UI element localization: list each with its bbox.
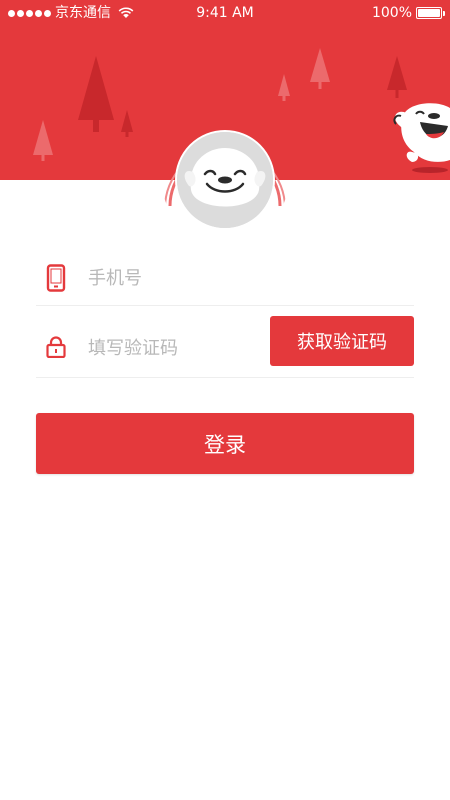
verification-code-row: 获取验证码 [36,314,414,378]
battery-percentage: 100% [371,5,412,21]
verification-code-input[interactable] [88,332,258,364]
joy-dog-face-avatar [177,132,273,228]
login-button[interactable]: 登录 [36,413,414,474]
avatar[interactable] [175,130,275,230]
mobile-phone-icon [46,264,66,292]
joy-dog-mascot [393,103,450,173]
status-right: 100% [371,4,445,22]
login-screen: 京东通信 9:41 AM 100% 手机号 填写验证码 获取验证码 登录 [0,0,450,800]
lock-icon [46,336,66,358]
phone-row [36,250,414,306]
phone-input[interactable] [88,262,388,294]
get-code-button[interactable]: 获取验证码 [270,316,414,366]
battery-icon [416,7,445,19]
status-bar: 京东通信 9:41 AM 100% [0,0,450,26]
